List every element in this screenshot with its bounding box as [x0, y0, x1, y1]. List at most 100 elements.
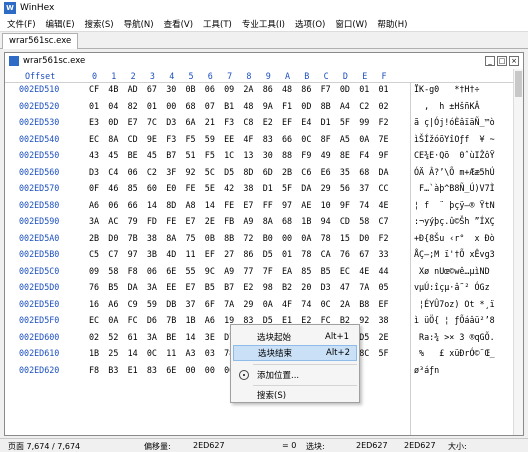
hex-byte[interactable]: B5 [321, 266, 334, 276]
hex-byte[interactable]: EC [340, 266, 353, 276]
hex-byte[interactable]: 67 [359, 249, 372, 259]
hex-byte[interactable]: 46 [108, 183, 121, 193]
hex-byte[interactable]: 94 [321, 216, 334, 226]
hex-byte[interactable]: 76 [340, 249, 353, 259]
hex-byte[interactable]: EC [89, 134, 102, 144]
hex-byte[interactable]: 06 [147, 266, 160, 276]
hex-byte[interactable]: 2E [379, 332, 392, 342]
row-text[interactable]: +Ð{8Šu ‹r° x Ðò [414, 233, 495, 243]
menu-help[interactable]: 帮助(H) [372, 18, 412, 30]
hex-byte[interactable]: B7 [166, 150, 179, 160]
hex-byte[interactable]: CA [321, 249, 334, 259]
row-text[interactable]: Ra:¾ >× 3 ®qGÕ. [414, 332, 495, 342]
hex-byte[interactable]: C8 [243, 117, 256, 127]
hex-byte[interactable]: A5 [340, 134, 353, 144]
hex-byte[interactable]: 9C [205, 266, 218, 276]
hex-byte[interactable]: BE [128, 150, 141, 160]
hex-byte[interactable]: 0D [108, 117, 121, 127]
hex-byte[interactable]: C9 [128, 299, 141, 309]
hex-byte[interactable]: F5 [186, 134, 199, 144]
hex-byte[interactable]: D1 [321, 117, 334, 127]
hex-byte[interactable]: 8B [224, 233, 237, 243]
hex-byte[interactable]: D0 [359, 233, 372, 243]
hex-byte[interactable]: 2B [89, 233, 102, 243]
hex-byte[interactable]: 55 [186, 266, 199, 276]
hex-byte[interactable]: B5 [205, 282, 218, 292]
hex-byte[interactable]: 3A [147, 282, 160, 292]
hex-byte[interactable]: A6 [205, 315, 218, 325]
maximize-icon[interactable]: □ [497, 56, 507, 66]
hex-byte[interactable]: 0C [301, 134, 314, 144]
hex-byte[interactable]: E7 [186, 216, 199, 226]
row-text[interactable]: ì üÖ{ ¦ ƒÕáâü²’8 [414, 315, 495, 325]
hex-byte[interactable]: E7 [243, 200, 256, 210]
hex-byte[interactable]: 01 [282, 249, 295, 259]
hex-byte[interactable]: 13 [243, 150, 256, 160]
hex-byte[interactable]: 30 [263, 150, 276, 160]
hex-byte[interactable]: 00 [282, 233, 295, 243]
tab-file[interactable]: wrar561sc.exe [2, 33, 79, 49]
hex-byte[interactable]: D3 [321, 282, 334, 292]
hex-byte[interactable]: CD [340, 216, 353, 226]
hex-byte[interactable]: A6 [89, 200, 102, 210]
hex-byte[interactable]: B2 [282, 282, 295, 292]
hex-byte[interactable]: EF [205, 249, 218, 259]
hex-byte[interactable]: 0A [108, 315, 121, 325]
hex-byte[interactable]: 01 [89, 101, 102, 111]
hex-byte[interactable]: 06 [128, 167, 141, 177]
row-text[interactable]: CE¾E·Qõ 0ˆùIŽôŸ [414, 150, 495, 160]
hex-byte[interactable]: 9F [340, 200, 353, 210]
hex-byte[interactable]: EE [166, 282, 179, 292]
hex-byte[interactable]: AE [301, 200, 314, 210]
hex-byte[interactable]: 79 [128, 216, 141, 226]
hex-byte[interactable]: A9 [224, 266, 237, 276]
hex-byte[interactable]: 4B [108, 84, 121, 94]
hex-byte[interactable]: 06 [108, 200, 121, 210]
hex-byte[interactable]: 68 [186, 101, 199, 111]
hex-byte[interactable]: 0A [359, 134, 372, 144]
hex-byte[interactable]: 82 [128, 101, 141, 111]
hex-byte[interactable]: 47 [340, 282, 353, 292]
hex-byte[interactable]: 6A [186, 117, 199, 127]
row-text[interactable]: F…`àþ^B8Ñ_Ú)V7Ì [414, 183, 495, 193]
hex-byte[interactable]: 52 [108, 332, 121, 342]
hex-byte[interactable]: F2 [379, 233, 392, 243]
hex-byte[interactable]: 45 [147, 150, 160, 160]
hex-byte[interactable]: AD [128, 84, 141, 94]
hex-byte[interactable]: 78 [301, 249, 314, 259]
row-text[interactable]: ìŠÍžóõYîOƒf ¥ ~ [414, 134, 495, 144]
hex-byte[interactable]: F1 [282, 101, 295, 111]
hex-byte[interactable]: FE [186, 183, 199, 193]
hex-byte[interactable]: FD [147, 216, 160, 226]
menu-edit[interactable]: 编辑(E) [41, 18, 80, 30]
hex-byte[interactable]: D6 [147, 315, 160, 325]
hex-byte[interactable]: 60 [147, 183, 160, 193]
hex-byte[interactable]: 7F [263, 266, 276, 276]
hex-byte[interactable]: 92 [359, 315, 372, 325]
hex-byte[interactable]: FE [166, 216, 179, 226]
vertical-scrollbar[interactable] [513, 69, 523, 435]
hex-byte[interactable]: 01 [379, 84, 392, 94]
hex-byte[interactable]: 33 [379, 249, 392, 259]
hex-byte[interactable]: A6 [108, 299, 121, 309]
hex-byte[interactable]: 9F [379, 150, 392, 160]
hex-byte[interactable]: EC [89, 315, 102, 325]
hex-byte[interactable]: B5 [108, 282, 121, 292]
hex-byte[interactable]: 29 [243, 299, 256, 309]
hex-byte[interactable]: 3A [89, 216, 102, 226]
hex-byte[interactable]: 8D [243, 167, 256, 177]
menu-window[interactable]: 窗口(W) [330, 18, 372, 30]
hex-byte[interactable]: 8E [340, 150, 353, 160]
row-text[interactable]: Xø nUœ©wê…µìND [414, 266, 490, 276]
hex-byte[interactable]: 0C [147, 348, 160, 358]
hex-byte[interactable]: 4F [243, 134, 256, 144]
hex-byte[interactable]: 74 [359, 200, 372, 210]
row-text[interactable]: ã ç|Ój!óÈâïäÑ_™ò [414, 117, 495, 127]
hex-byte[interactable]: DA [128, 282, 141, 292]
hex-byte[interactable]: 58 [108, 266, 121, 276]
hex-byte[interactable]: 99 [359, 117, 372, 127]
hex-byte[interactable]: 11 [186, 249, 199, 259]
hex-byte[interactable]: 85 [128, 183, 141, 193]
hex-byte[interactable]: 3B [147, 249, 160, 259]
hex-byte[interactable]: 0B [205, 233, 218, 243]
